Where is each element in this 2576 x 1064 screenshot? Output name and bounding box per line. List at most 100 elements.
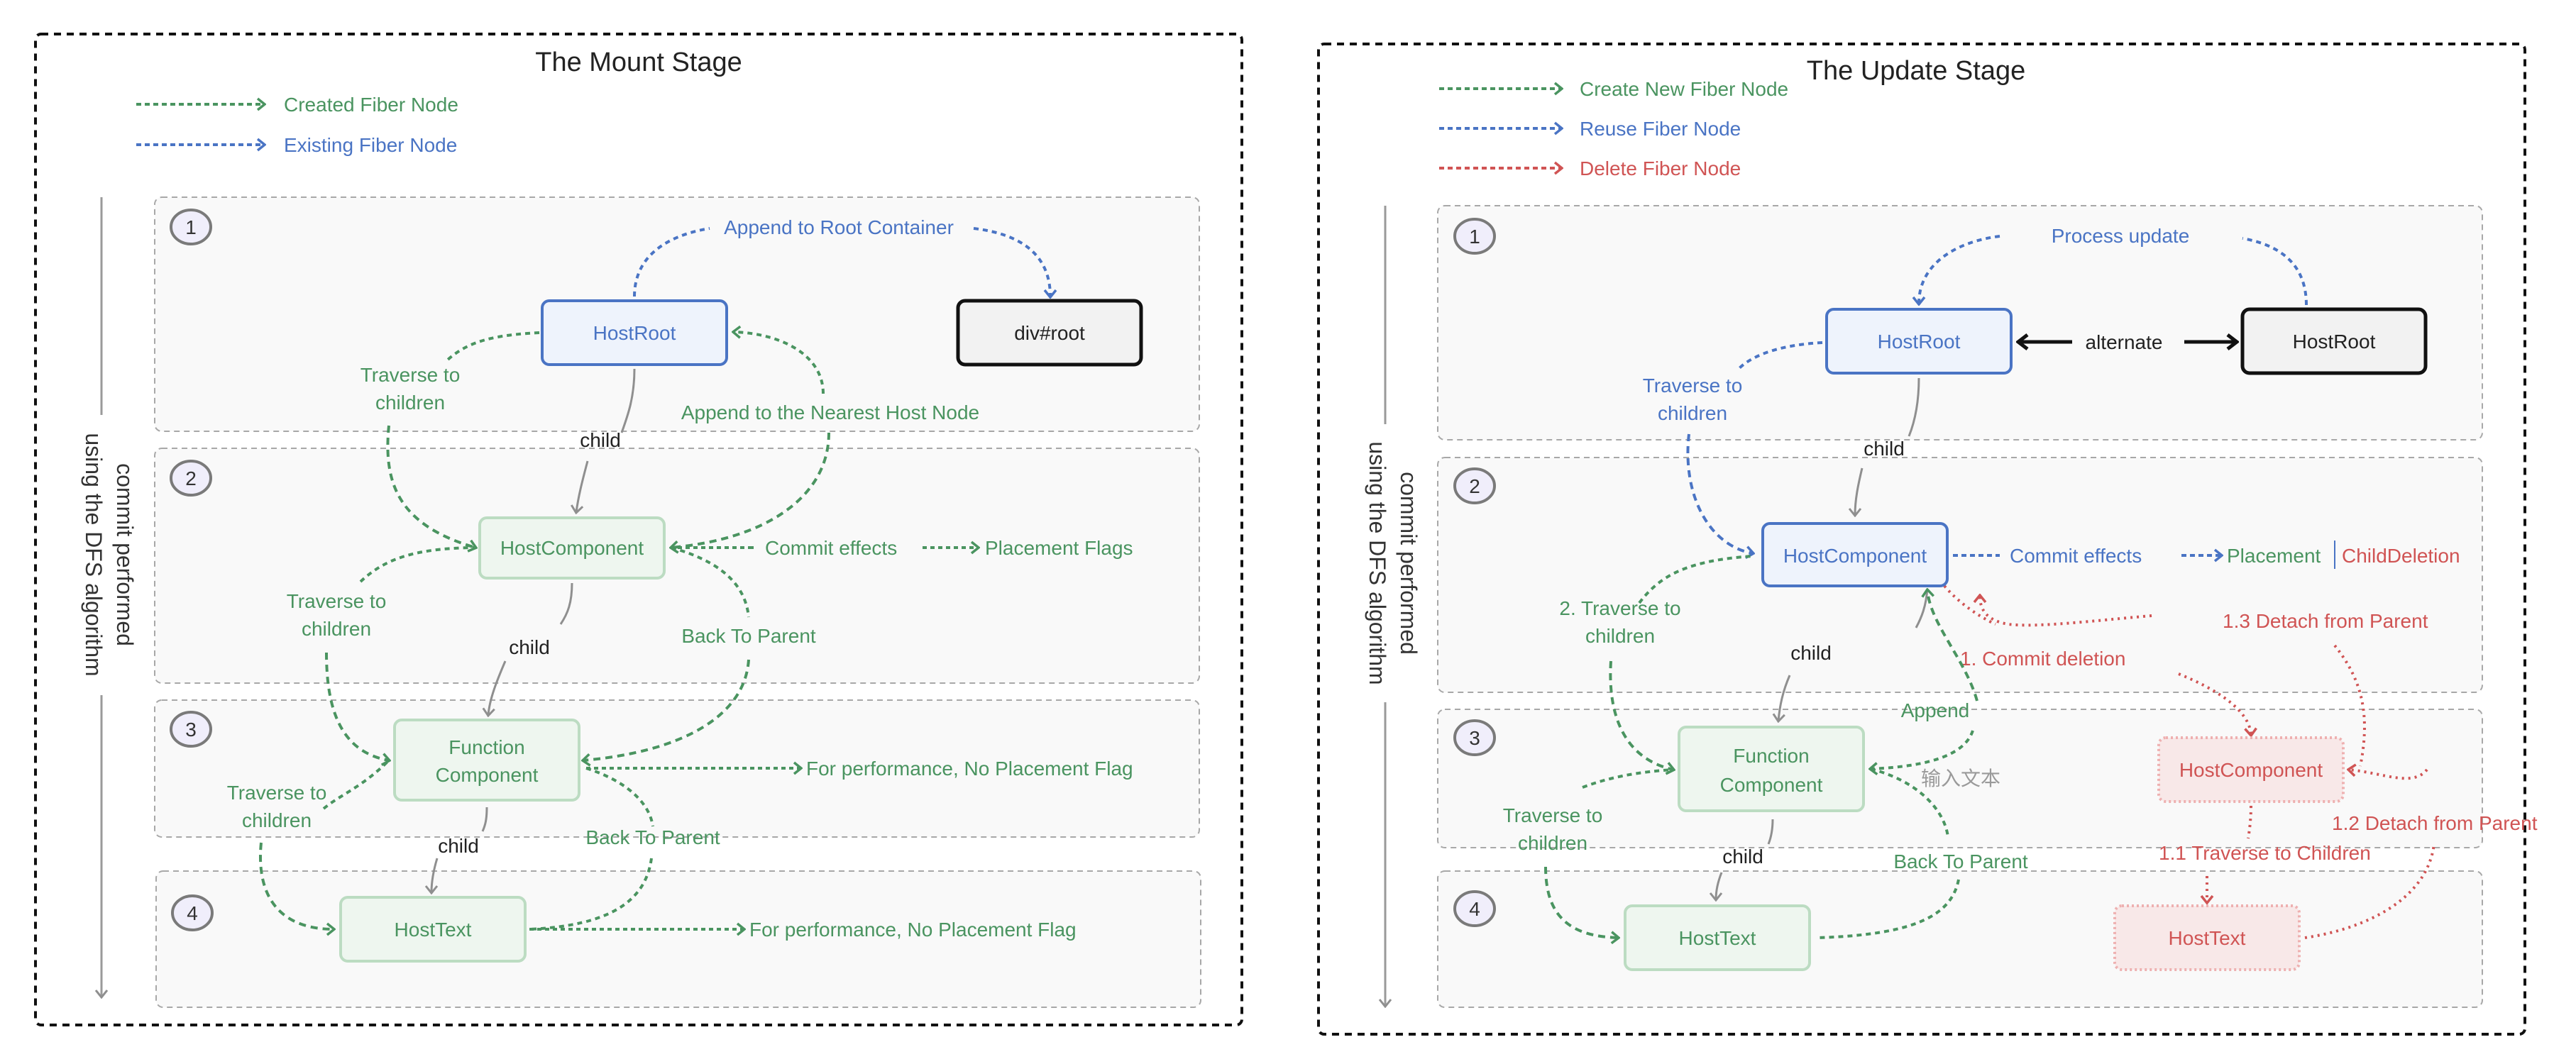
label-traverse2-line1: Traverse to xyxy=(287,590,387,612)
svg-text:HostComponent: HostComponent xyxy=(1783,545,1927,567)
svg-text:Component: Component xyxy=(1720,774,1823,796)
label-detach-13: 1.3 Detach from Parent xyxy=(2223,610,2428,632)
label-traverse3-line1: Traverse to xyxy=(227,782,327,804)
mount-node-divroot[interactable]: div#root xyxy=(956,299,1143,367)
update-badge-3: 3 xyxy=(1453,719,1496,756)
svg-text:Function: Function xyxy=(448,736,524,758)
label-child1: child xyxy=(580,429,621,451)
label-traverse-11: 1.1 Traverse to Children xyxy=(2159,842,2371,864)
update-badge-2: 2 xyxy=(1453,467,1496,504)
legend-delete-label: Delete Fiber Node xyxy=(1580,157,1741,179)
update-dfs-axis: commit performed using the DFS algorithm xyxy=(1365,206,1421,1006)
update-node-function-component[interactable]: Function Component xyxy=(1678,726,1865,812)
update-legend: Create New Fiber Node Reuse Fiber Node D… xyxy=(1439,78,1788,179)
label-traverse3-line2: children xyxy=(242,809,312,831)
svg-text:div#root: div#root xyxy=(1014,322,1085,344)
label-update-traverse1-line1: Traverse to xyxy=(1643,375,1743,397)
svg-text:2: 2 xyxy=(1469,475,1480,497)
svg-text:HostRoot: HostRoot xyxy=(2293,331,2376,353)
svg-text:HostComponent: HostComponent xyxy=(2179,759,2323,781)
mount-title: The Mount Stage xyxy=(535,48,742,77)
svg-text:HostText: HostText xyxy=(395,919,472,941)
label-append: Append xyxy=(1901,699,1970,721)
svg-text:Component: Component xyxy=(436,764,539,786)
update-node-hostroot-current[interactable]: HostRoot xyxy=(2240,307,2428,375)
label-detach-12: 1.2 Detach from Parent xyxy=(2332,812,2538,834)
legend-reuse-label: Reuse Fiber Node xyxy=(1580,118,1741,140)
mount-section-2 xyxy=(154,448,1200,684)
label-child3: child xyxy=(438,835,479,857)
label-process-update: Process update xyxy=(2052,225,2190,247)
label-back-parent1: Back To Parent xyxy=(681,625,816,647)
svg-text:HostComponent: HostComponent xyxy=(500,537,644,559)
update-node-hosttext[interactable]: HostText xyxy=(1624,904,1811,971)
label-update-child3: child xyxy=(1722,846,1763,868)
label-no-flag1: For performance, No Placement Flag xyxy=(806,758,1133,780)
update-stage-panel: The Update Stage Create New Fiber Node R… xyxy=(1317,43,2538,1036)
label-back-parent2: Back To Parent xyxy=(585,826,720,848)
svg-text:1: 1 xyxy=(185,216,197,238)
mount-node-hostcomponent[interactable]: HostComponent xyxy=(478,516,666,580)
update-badge-1: 1 xyxy=(1453,218,1496,255)
mount-axis-label-1: commit performed xyxy=(112,463,138,646)
label-traverse1-line1: Traverse to xyxy=(360,364,461,386)
label-update-traverse1-line2: children xyxy=(1658,402,1727,424)
mount-node-function-component[interactable]: Function Component xyxy=(393,719,580,802)
label-update-commit-effects: Commit effects xyxy=(2010,545,2142,567)
label-commit-deletion: 1. Commit deletion xyxy=(1960,648,2125,670)
label-update-back-parent: Back To Parent xyxy=(1893,850,2028,872)
mount-badge-4: 4 xyxy=(171,894,214,931)
diagram-canvas: The Mount Stage Created Fiber Node Exist… xyxy=(34,33,2538,1036)
update-title: The Update Stage xyxy=(1807,56,2025,86)
update-section-4 xyxy=(1437,870,2483,1008)
svg-text:3: 3 xyxy=(185,719,197,741)
label-update-traverse2-line2: children xyxy=(1585,625,1655,647)
update-node-deleted-hosttext[interactable]: HostText xyxy=(2113,904,2301,971)
update-node-deleted-hostcomponent[interactable]: HostComponent xyxy=(2157,736,2345,803)
svg-text:4: 4 xyxy=(1469,898,1480,920)
label-append-root: Append to Root Container xyxy=(724,216,954,238)
update-axis-label-2: using the DFS algorithm xyxy=(1365,441,1390,685)
label-child-deletion: ChildDeletion xyxy=(2342,545,2460,567)
svg-text:HostText: HostText xyxy=(2169,927,2246,949)
mount-badge-2: 2 xyxy=(170,460,212,497)
update-axis-label-1: commit performed xyxy=(1396,472,1421,655)
legend-existing-label: Existing Fiber Node xyxy=(284,134,457,156)
mount-node-hosttext[interactable]: HostText xyxy=(339,896,527,963)
svg-text:HostText: HostText xyxy=(1679,927,1756,949)
label-update-child2: child xyxy=(1790,642,1832,664)
legend-create-new-label: Create New Fiber Node xyxy=(1580,78,1788,100)
label-update-traverse3-line2: children xyxy=(1518,832,1587,854)
label-update-child1: child xyxy=(1864,438,1905,460)
label-placement: Placement xyxy=(2227,545,2321,567)
svg-text:4: 4 xyxy=(187,902,198,924)
svg-text:2: 2 xyxy=(185,467,197,489)
mount-legend: Created Fiber Node Existing Fiber Node xyxy=(136,94,458,156)
svg-text:HostRoot: HostRoot xyxy=(593,322,676,344)
label-traverse1-line2: children xyxy=(375,392,445,414)
label-traverse2-line2: children xyxy=(302,618,371,640)
label-commit-effects: Commit effects xyxy=(765,537,897,559)
svg-text:3: 3 xyxy=(1469,727,1480,749)
svg-text:1: 1 xyxy=(1469,226,1480,248)
mount-badge-3: 3 xyxy=(170,711,212,748)
label-child2: child xyxy=(509,636,550,658)
mount-axis-label-2: using the DFS algorithm xyxy=(81,433,106,676)
label-alternate: alternate xyxy=(2086,331,2163,353)
mount-node-hostroot[interactable]: HostRoot xyxy=(541,299,728,366)
label-append-nearest: Append to the Nearest Host Node xyxy=(681,401,979,423)
update-badge-4: 4 xyxy=(1453,890,1496,927)
mount-badge-1: 1 xyxy=(170,209,212,245)
label-placement-flags: Placement Flags xyxy=(985,537,1133,559)
update-node-hostroot-wip[interactable]: HostRoot xyxy=(1825,308,2013,375)
update-node-hostcomponent[interactable]: HostComponent xyxy=(1761,522,1949,587)
mount-dfs-axis: commit performed using the DFS algorithm xyxy=(81,197,138,997)
label-input-text: 输入文本 xyxy=(1921,767,2000,789)
label-update-traverse2-line1: 2. Traverse to xyxy=(1559,597,1680,619)
svg-text:HostRoot: HostRoot xyxy=(1878,331,1961,353)
mount-stage-panel: The Mount Stage Created Fiber Node Exist… xyxy=(34,33,1243,1026)
label-update-traverse3-line1: Traverse to xyxy=(1503,804,1603,826)
legend-create-label: Created Fiber Node xyxy=(284,94,458,116)
svg-text:Function: Function xyxy=(1733,745,1809,767)
label-no-flag2: For performance, No Placement Flag xyxy=(749,919,1077,941)
